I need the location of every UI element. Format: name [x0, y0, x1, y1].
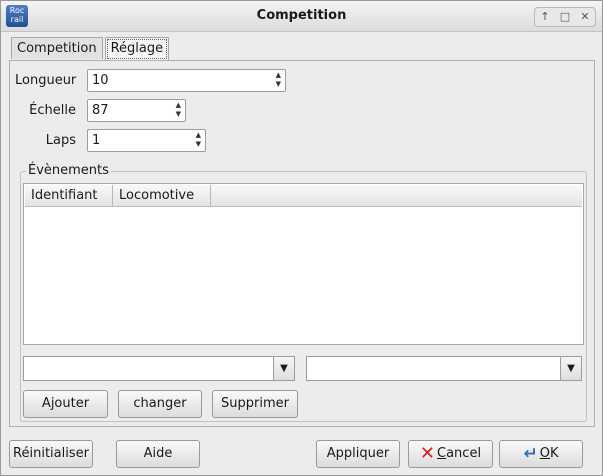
cancel-mnemonic: C	[437, 446, 447, 461]
events-group-label: Évènements	[26, 163, 111, 178]
close-icon[interactable]: ✕	[575, 8, 595, 26]
title-bar[interactable]: Roc rail Competition ↑ □ ✕	[1, 1, 602, 32]
scale-spinner[interactable]: 87 ▲ ▼	[87, 99, 186, 122]
cancel-label: ancel	[446, 446, 482, 461]
ok-label: K	[549, 446, 559, 461]
reset-button[interactable]: Réinitialiser	[9, 440, 93, 468]
change-event-button[interactable]: changer	[118, 390, 202, 418]
scale-label: Échelle	[29, 103, 76, 118]
scale-value: 87	[92, 103, 109, 118]
chevron-down-icon[interactable]: ▼	[560, 356, 582, 381]
spinner-arrows-icon[interactable]: ▲ ▼	[196, 131, 201, 149]
cancel-icon: ✕	[419, 443, 436, 464]
cancel-button[interactable]: ✕ Cancel	[408, 440, 493, 468]
column-header-filler	[211, 185, 582, 206]
ok-button[interactable]: ↵ OK	[499, 440, 583, 468]
ok-mnemonic: O	[539, 446, 550, 461]
chevron-down-icon[interactable]: ▼	[273, 356, 295, 381]
laps-value: 1	[92, 133, 101, 148]
ok-icon: ↵	[523, 444, 538, 464]
length-label: Longueur	[15, 73, 77, 88]
column-header-identifiant[interactable]: Identifiant	[25, 185, 113, 206]
competition-dialog: Roc rail Competition ↑ □ ✕ Competition R…	[0, 0, 603, 476]
keep-above-icon[interactable]: ↑	[535, 8, 555, 26]
event-combo-left[interactable]: ▼	[23, 356, 295, 381]
apply-button[interactable]: Appliquer	[316, 440, 400, 468]
column-header-locomotive[interactable]: Locomotive	[113, 185, 211, 206]
events-table-header: Identifiant Locomotive	[25, 185, 582, 207]
maximize-icon[interactable]: □	[555, 8, 575, 26]
window-controls: ↑ □ ✕	[534, 7, 596, 27]
reglage-panel: Longueur 10 ▲ ▼ Échelle 87 ▲ ▼ Laps 1 ▲ ▼ É…	[9, 60, 595, 427]
tab-bar: Competition Réglage	[11, 37, 171, 61]
spinner-arrows-icon[interactable]: ▲ ▼	[176, 101, 181, 119]
spinner-arrows-icon[interactable]: ▲ ▼	[276, 71, 281, 89]
laps-label: Laps	[45, 133, 76, 148]
help-button[interactable]: Aide	[116, 440, 200, 468]
window-title: Competition	[256, 8, 347, 23]
events-table[interactable]: Identifiant Locomotive	[23, 183, 584, 345]
length-spinner[interactable]: 10 ▲ ▼	[87, 69, 286, 92]
event-combo-right[interactable]: ▼	[306, 356, 582, 381]
laps-spinner[interactable]: 1 ▲ ▼	[87, 129, 206, 152]
length-value: 10	[92, 73, 109, 88]
delete-event-button[interactable]: Supprimer	[212, 390, 298, 418]
add-event-button[interactable]: Ajouter	[23, 390, 108, 418]
tab-competition[interactable]: Competition	[11, 37, 103, 59]
tab-reglage[interactable]: Réglage	[104, 37, 170, 61]
